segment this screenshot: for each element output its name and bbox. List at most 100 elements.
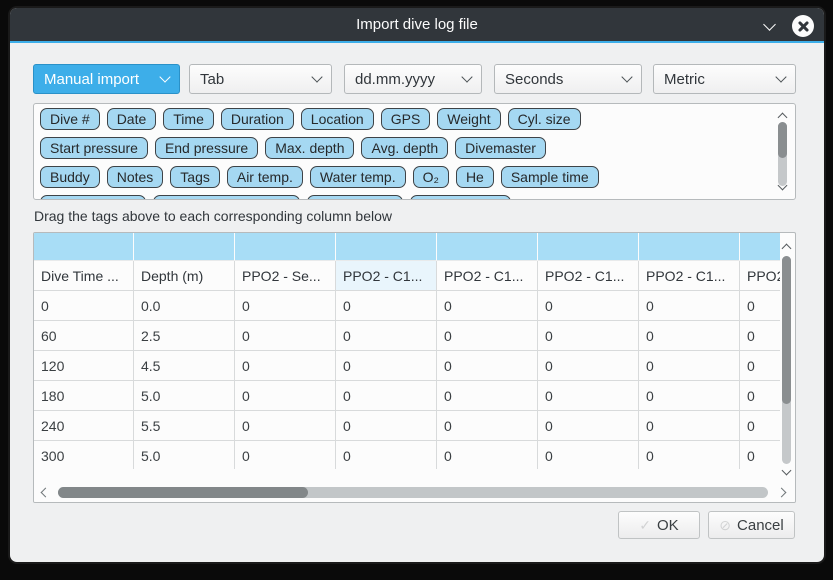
draggable-tag[interactable]: Max. depth [265, 137, 354, 159]
draggable-tag[interactable]: Time [163, 108, 214, 130]
table-row: 00.0000000 [34, 291, 780, 321]
table-cell: 4.5 [134, 351, 235, 381]
draggable-tag[interactable]: Date [107, 108, 157, 130]
column-drop-target[interactable] [134, 233, 235, 261]
draggable-tag[interactable]: Tags [170, 166, 220, 188]
draggable-tag[interactable]: Dive # [40, 108, 100, 130]
table-cell: 0 [639, 381, 740, 411]
table-row: 1204.5000000 [34, 351, 780, 381]
column-header-cell[interactable]: PPO2 - C1... [538, 261, 639, 291]
csv-preview-table: Dive Time ...Depth (m)PPO2 - Se...PPO2 -… [33, 232, 796, 503]
cancel-button[interactable]: ⊘ Cancel [708, 511, 795, 539]
table-cell: 240 [34, 411, 134, 441]
column-drop-target[interactable] [34, 233, 134, 261]
table-cell: 0 [639, 351, 740, 381]
scrollbar-thumb[interactable] [778, 122, 787, 158]
draggable-tag[interactable]: Notes [107, 166, 164, 188]
units-select[interactable]: Metric [653, 64, 796, 94]
table-cell: 0 [235, 381, 336, 411]
field-separator-select[interactable]: Tab [189, 64, 332, 94]
draggable-tag[interactable]: O₂ [413, 166, 449, 188]
table-cell: 0 [437, 381, 538, 411]
close-icon[interactable] [792, 15, 814, 37]
column-header-cell[interactable]: PPO2 - C1... [437, 261, 538, 291]
table-cell: 0 [437, 441, 538, 469]
draggable-tag[interactable]: Sample pO₂ [307, 195, 402, 200]
draggable-tag[interactable]: Divemaster [455, 137, 546, 159]
table-cell: 0 [740, 351, 780, 381]
chevron-right-icon[interactable] [777, 488, 787, 498]
draggable-tag[interactable]: Sample time [501, 166, 599, 188]
table-cell: 0 [235, 291, 336, 321]
scrollbar-thumb[interactable] [58, 487, 308, 498]
column-header-cell[interactable]: PPO2 - C1... [639, 261, 740, 291]
column-drop-target[interactable] [235, 233, 336, 261]
titlebar[interactable]: Import dive log file [10, 8, 824, 43]
draggable-tag[interactable]: Duration [221, 108, 294, 130]
scrollbar-track[interactable] [58, 487, 768, 498]
table-horizontal-scrollbar[interactable] [34, 482, 795, 502]
date-format-select[interactable]: dd.mm.yyyy [344, 64, 482, 94]
ok-button[interactable]: ✓ OK [618, 511, 700, 539]
chevron-left-icon[interactable] [41, 488, 51, 498]
draggable-tag[interactable]: Sample CNS [410, 195, 511, 200]
table-cell: 0 [437, 411, 538, 441]
draggable-tag[interactable]: He [456, 166, 494, 188]
table-vertical-scrollbar[interactable] [780, 235, 794, 482]
table-cell: 0 [336, 291, 437, 321]
column-header-cell[interactable]: PPO2 - C1... [336, 261, 437, 291]
column-header-cell[interactable]: Depth (m) [134, 261, 235, 291]
table-cell: 0 [538, 441, 639, 469]
tag-panel-scrollbar[interactable] [776, 106, 790, 199]
draggable-tag[interactable]: Sample temperature [153, 195, 300, 200]
scrollbar-track[interactable] [782, 256, 791, 464]
column-header-cell[interactable]: Dive Time ... [34, 261, 134, 291]
chevron-down-icon [311, 71, 322, 82]
draggable-tag[interactable]: Weight [437, 108, 500, 130]
draggable-tag[interactable]: End pressure [155, 137, 258, 159]
table-cell: 0 [336, 381, 437, 411]
table-cell: 0 [235, 411, 336, 441]
column-drop-target[interactable] [437, 233, 538, 261]
drop-target-row [34, 233, 780, 261]
import-mode-select[interactable]: Manual import [33, 64, 180, 94]
chevron-down-icon [621, 71, 632, 82]
tag-row: Sample depth Sample temperature Sample pO₂… [40, 195, 770, 200]
scrollbar-thumb[interactable] [782, 256, 791, 404]
scrollbar-track[interactable] [778, 122, 787, 186]
table-cell: 0 [740, 411, 780, 441]
table-cell: 0 [538, 351, 639, 381]
tag-row: Start pressure End pressure Max. depth Avg.… [40, 137, 770, 159]
column-drop-target[interactable] [639, 233, 740, 261]
draggable-tag[interactable]: Buddy [40, 166, 100, 188]
column-header-cell[interactable]: PPO2 [740, 261, 780, 291]
column-drop-target[interactable] [740, 233, 780, 261]
draggable-tag[interactable]: Water temp. [310, 166, 406, 188]
table-cell: 0 [740, 381, 780, 411]
select-value: Metric [664, 71, 705, 88]
table-cell: 0 [336, 411, 437, 441]
draggable-tag[interactable]: Cyl. size [508, 108, 581, 130]
table-cell: 0 [235, 321, 336, 351]
chevron-up-icon[interactable] [778, 113, 788, 123]
drag-hint-label: Drag the tags above to each correspondin… [34, 208, 392, 224]
chevron-up-icon[interactable] [782, 244, 792, 254]
header-row: Dive Time ...Depth (m)PPO2 - Se...PPO2 -… [34, 261, 780, 291]
check-icon: ✓ [639, 517, 651, 534]
draggable-tag[interactable]: GPS [381, 108, 431, 130]
table-cell: 300 [34, 441, 134, 469]
draggable-tag[interactable]: Start pressure [40, 137, 148, 159]
chevron-down-icon[interactable] [762, 18, 778, 34]
chevron-down-icon[interactable] [782, 466, 792, 476]
column-drop-target[interactable] [336, 233, 437, 261]
table-cell: 0 [538, 381, 639, 411]
column-header-cell[interactable]: PPO2 - Se... [235, 261, 336, 291]
draggable-tag[interactable]: Air temp. [227, 166, 303, 188]
draggable-tag[interactable]: Avg. depth [361, 137, 448, 159]
duration-format-select[interactable]: Seconds [494, 64, 642, 94]
table-cell: 0 [235, 441, 336, 469]
column-drop-target[interactable] [538, 233, 639, 261]
draggable-tag[interactable]: Location [301, 108, 374, 130]
draggable-tag[interactable]: Sample depth [40, 195, 146, 200]
table-cell: 0 [639, 321, 740, 351]
